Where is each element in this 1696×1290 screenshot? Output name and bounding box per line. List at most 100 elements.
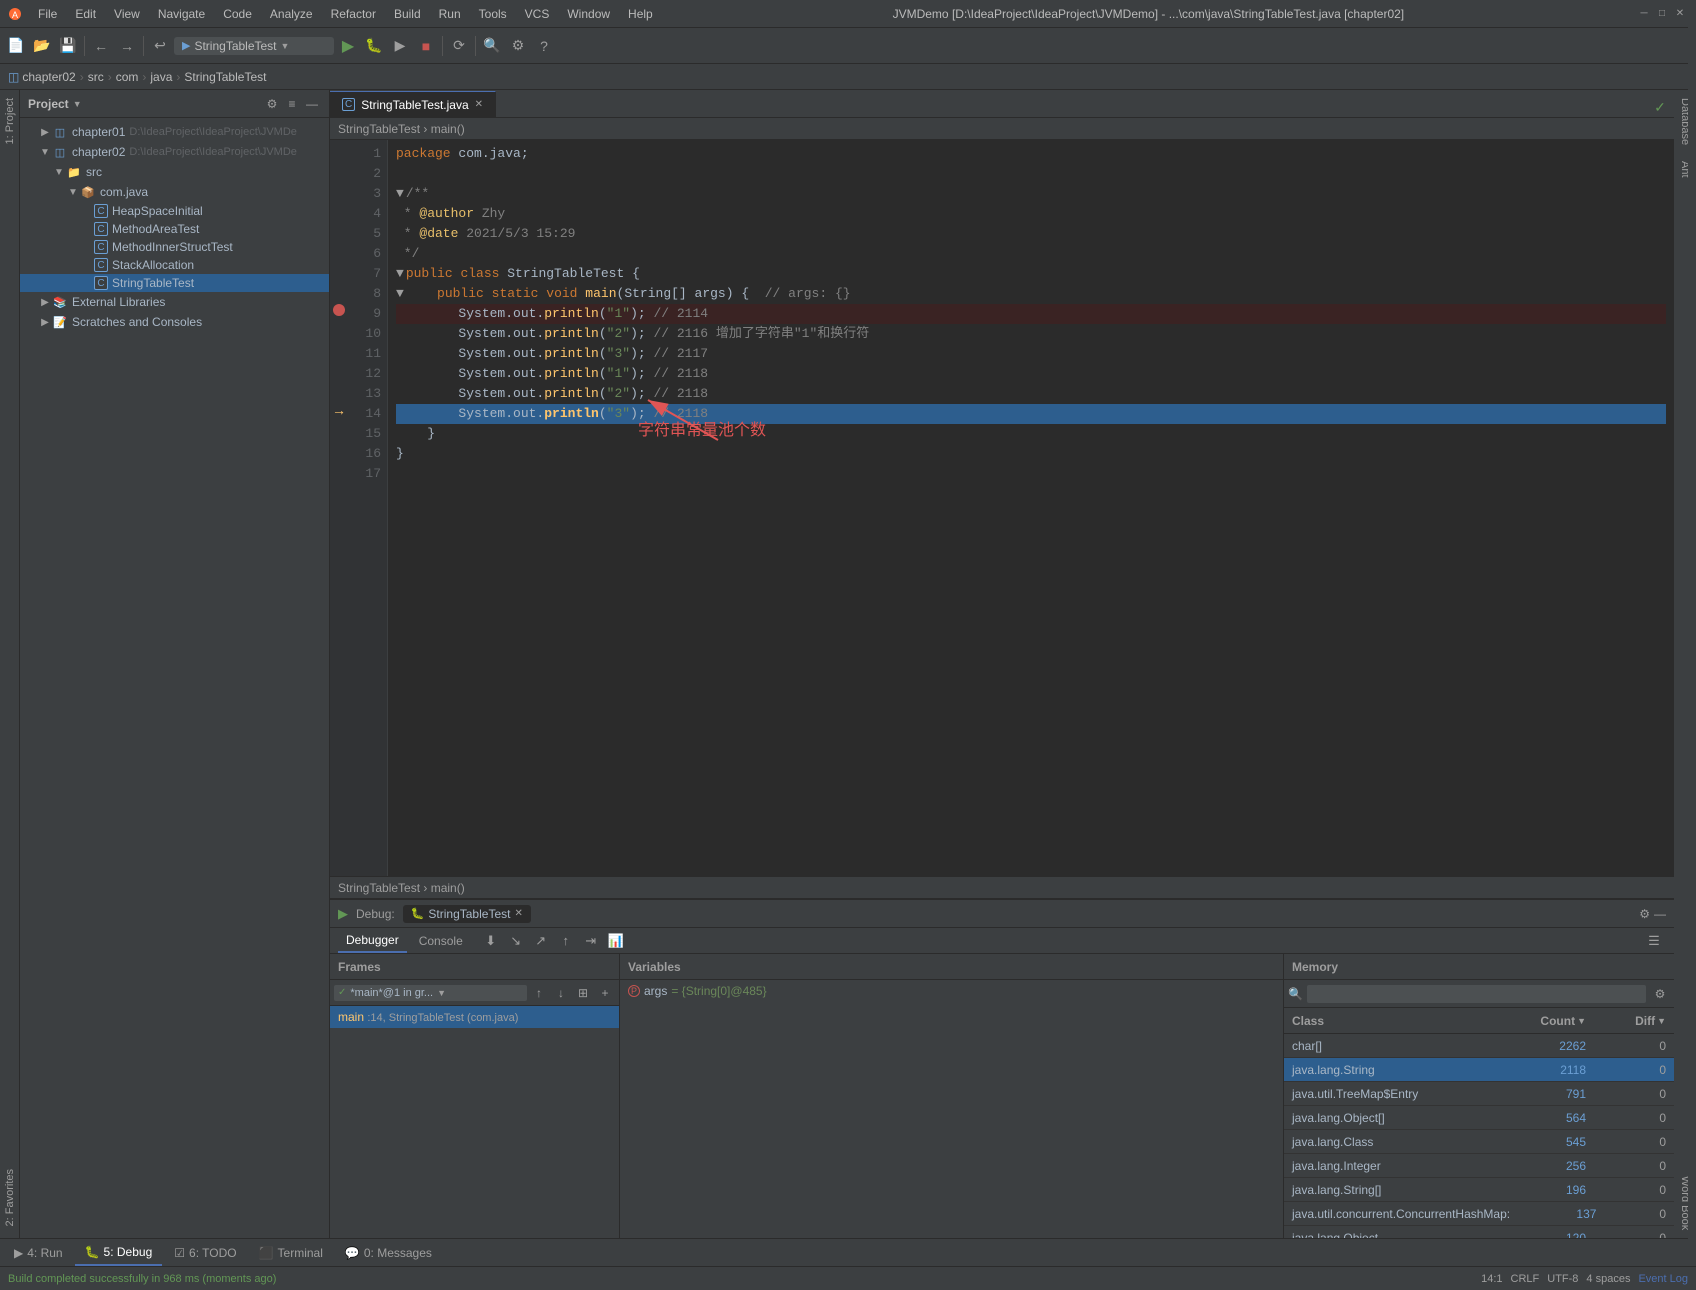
evaluate-button[interactable]: 📊 bbox=[604, 929, 628, 953]
memory-row-treemap-entry[interactable]: java.util.TreeMap$Entry 791 0 bbox=[1284, 1082, 1674, 1106]
tree-item-stackalloc[interactable]: C StackAllocation bbox=[20, 256, 329, 274]
frame-filter-button[interactable]: ⊞ bbox=[573, 983, 593, 1003]
debug-close-icon[interactable]: — bbox=[1654, 907, 1666, 921]
step-into-button[interactable]: ↘ bbox=[504, 929, 528, 953]
memory-row-object[interactable]: java.lang.Object 120 0 bbox=[1284, 1226, 1674, 1238]
menu-build[interactable]: Build bbox=[386, 5, 429, 23]
tree-item-heapspace[interactable]: C HeapSpaceInitial bbox=[20, 202, 329, 220]
frame-down-button[interactable]: ↓ bbox=[551, 983, 571, 1003]
tree-item-src[interactable]: ▼ 📁 src bbox=[20, 162, 329, 182]
run-button[interactable]: ▶ bbox=[336, 34, 360, 58]
count-sort-icon[interactable]: ▼ bbox=[1577, 1016, 1586, 1026]
breadcrumb-item-class[interactable]: StringTableTest bbox=[184, 70, 266, 84]
fold-arrow-7[interactable]: ▼ bbox=[396, 264, 404, 284]
menu-analyze[interactable]: Analyze bbox=[262, 5, 321, 23]
menu-code[interactable]: Code bbox=[215, 5, 260, 23]
open-button[interactable]: 📂 bbox=[30, 34, 54, 58]
stop-button[interactable]: ■ bbox=[414, 34, 438, 58]
step-out-button[interactable]: ↑ bbox=[554, 929, 578, 953]
breadcrumb-item-module[interactable]: ◫ chapter02 bbox=[8, 70, 76, 84]
breadcrumb-item-com[interactable]: com bbox=[116, 70, 139, 84]
frame-add-button[interactable]: + bbox=[595, 983, 615, 1003]
memory-row-integer[interactable]: java.lang.Integer 256 0 bbox=[1284, 1154, 1674, 1178]
restore-layout-button[interactable]: ☰ bbox=[1642, 929, 1666, 953]
debug-button[interactable]: 🐛 bbox=[362, 34, 386, 58]
diff-sort-icon[interactable]: ▼ bbox=[1657, 1016, 1666, 1026]
memory-col-count-header[interactable]: Count ▼ bbox=[1494, 1014, 1594, 1028]
maximize-button[interactable]: □ bbox=[1654, 6, 1670, 22]
thread-selector[interactable]: ✓ *main*@1 in gr... ▼ bbox=[334, 985, 527, 1001]
editor-tab-close[interactable]: ✕ bbox=[475, 99, 483, 110]
menu-tools[interactable]: Tools bbox=[471, 5, 515, 23]
search-button[interactable]: 🔍 bbox=[480, 34, 504, 58]
frame-up-button[interactable]: ↑ bbox=[529, 983, 549, 1003]
close-button[interactable]: ✕ bbox=[1672, 6, 1688, 22]
tree-item-com-java[interactable]: ▼ 📦 com.java bbox=[20, 182, 329, 202]
subtab-debugger[interactable]: Debugger bbox=[338, 929, 407, 953]
menu-refactor[interactable]: Refactor bbox=[323, 5, 384, 23]
debug-run-icon[interactable]: ▶ bbox=[338, 906, 348, 922]
back-button[interactable]: ← bbox=[89, 34, 113, 58]
project-settings-button[interactable]: ⚙ bbox=[263, 95, 281, 113]
forward-button[interactable]: → bbox=[115, 34, 139, 58]
tree-arrow-scratches[interactable]: ▶ bbox=[38, 317, 52, 328]
memory-row-string-array[interactable]: java.lang.String[] 196 0 bbox=[1284, 1178, 1674, 1202]
tree-item-stringtable[interactable]: C StringTableTest bbox=[20, 274, 329, 292]
breakpoint-marker-9[interactable] bbox=[333, 304, 345, 316]
force-step-into-button[interactable]: ↗ bbox=[529, 929, 553, 953]
code-content[interactable]: package com.java; ▼ /** * @author Zhy * … bbox=[388, 140, 1674, 876]
step-over-button[interactable]: ⬇ bbox=[479, 929, 503, 953]
status-event-log[interactable]: Event Log bbox=[1638, 1273, 1688, 1285]
tree-item-scratches[interactable]: ▶ 📝 Scratches and Consoles bbox=[20, 312, 329, 332]
breadcrumb-item-java[interactable]: java bbox=[150, 70, 172, 84]
fold-arrow-3[interactable]: ▼ bbox=[396, 184, 404, 204]
settings-button[interactable]: ⚙ bbox=[506, 34, 530, 58]
memory-search-settings-button[interactable]: ⚙ bbox=[1650, 984, 1670, 1004]
editor-check-icon[interactable]: ✓ bbox=[1650, 97, 1670, 117]
menu-help[interactable]: Help bbox=[620, 5, 661, 23]
debug-settings-icon[interactable]: ⚙ bbox=[1639, 907, 1650, 921]
memory-row-object-array[interactable]: java.lang.Object[] 564 0 bbox=[1284, 1106, 1674, 1130]
tree-item-methodinner[interactable]: C MethodInnerStructTest bbox=[20, 238, 329, 256]
gutter-9-breakpoint[interactable] bbox=[330, 300, 348, 320]
editor-tab-stringtable[interactable]: C StringTableTest.java ✕ bbox=[330, 91, 496, 117]
memory-row-class[interactable]: java.lang.Class 545 0 bbox=[1284, 1130, 1674, 1154]
run-coverage-button[interactable]: ▶ bbox=[388, 34, 412, 58]
menu-view[interactable]: View bbox=[106, 5, 148, 23]
tree-item-methodarea[interactable]: C MethodAreaTest bbox=[20, 220, 329, 238]
memory-search-input[interactable] bbox=[1307, 985, 1646, 1003]
breadcrumb-item-src[interactable]: src bbox=[88, 70, 104, 84]
help-toolbar-button[interactable]: ? bbox=[532, 34, 556, 58]
tree-arrow-extlib[interactable]: ▶ bbox=[38, 297, 52, 308]
var-item-args[interactable]: P args = {String[0]@485} bbox=[620, 980, 1283, 1002]
tree-arrow-src[interactable]: ▼ bbox=[52, 167, 66, 178]
tree-item-chapter01[interactable]: ▶ ◫ chapter01 D:\IdeaProject\IdeaProject… bbox=[20, 122, 329, 142]
run-configuration[interactable]: ▶ StringTableTest ▼ bbox=[174, 37, 334, 55]
project-collapse-button[interactable]: — bbox=[303, 95, 321, 113]
save-button[interactable]: 💾 bbox=[56, 34, 80, 58]
menu-run[interactable]: Run bbox=[431, 5, 469, 23]
memory-row-char-array[interactable]: char[] 2262 0 bbox=[1284, 1034, 1674, 1058]
memory-col-diff-header[interactable]: Diff ▼ bbox=[1594, 1014, 1674, 1028]
sidebar-item-project[interactable]: 1: Project bbox=[0, 90, 20, 152]
minimize-button[interactable]: ─ bbox=[1636, 6, 1652, 22]
menu-navigate[interactable]: Navigate bbox=[150, 5, 213, 23]
debug-tab-close[interactable]: ✕ bbox=[514, 908, 522, 919]
menu-edit[interactable]: Edit bbox=[67, 5, 104, 23]
new-file-button[interactable]: 📄 bbox=[4, 34, 28, 58]
subtab-console[interactable]: Console bbox=[411, 929, 471, 953]
memory-row-concurrenthashmap[interactable]: java.util.concurrent.ConcurrentHashMap: … bbox=[1284, 1202, 1674, 1226]
debug-tab-active[interactable]: 🐛 StringTableTest ✕ bbox=[403, 905, 531, 923]
tree-item-external-libs[interactable]: ▶ 📚 External Libraries bbox=[20, 292, 329, 312]
tree-arrow-chapter01[interactable]: ▶ bbox=[38, 127, 52, 138]
tree-item-chapter02[interactable]: ▼ ◫ chapter02 D:\IdeaProject\IdeaProject… bbox=[20, 142, 329, 162]
menu-vcs[interactable]: VCS bbox=[517, 5, 558, 23]
run-to-cursor-button[interactable]: ⇥ bbox=[579, 929, 603, 953]
sidebar-item-favorites[interactable]: 2: Favorites bbox=[0, 1161, 20, 1234]
menu-file[interactable]: File bbox=[30, 5, 65, 23]
tree-arrow-com-java[interactable]: ▼ bbox=[66, 187, 80, 198]
fold-arrow-8[interactable]: ▼ bbox=[396, 284, 404, 304]
project-layout-button[interactable]: ≡ bbox=[283, 95, 301, 113]
tree-arrow-chapter02[interactable]: ▼ bbox=[38, 147, 52, 158]
sync-button[interactable]: ⟳ bbox=[447, 34, 471, 58]
